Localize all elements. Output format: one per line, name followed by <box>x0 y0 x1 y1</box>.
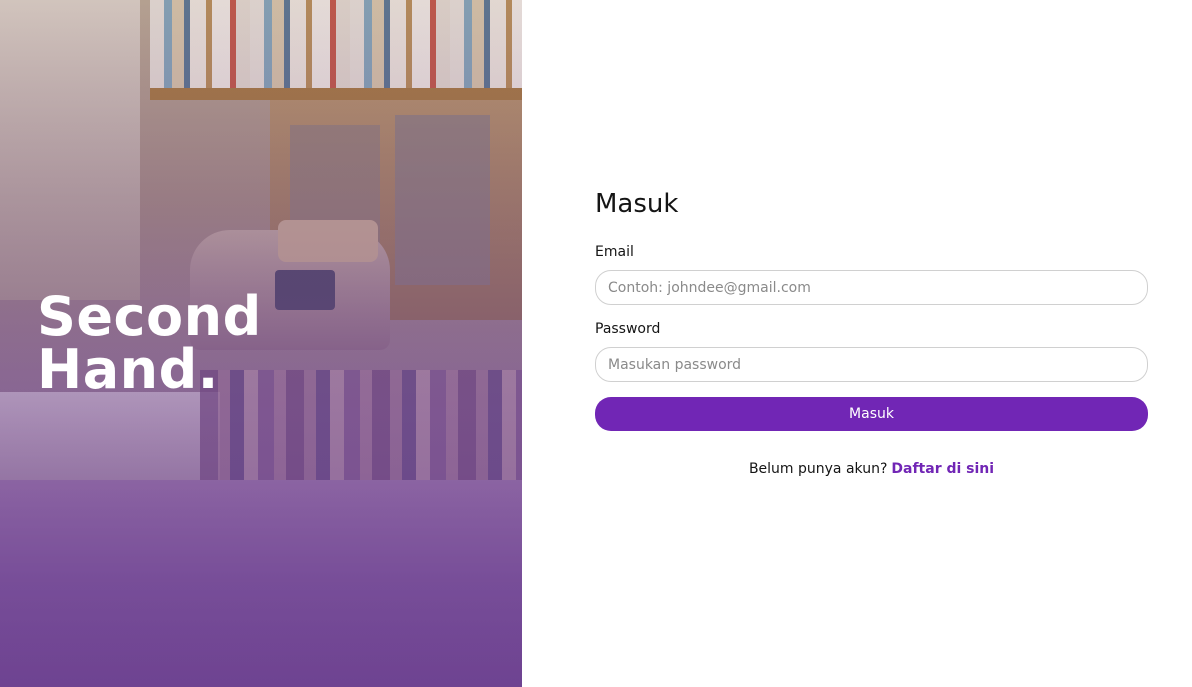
form-panel: Masuk Email Password Masuk Belum punya a… <box>522 0 1192 687</box>
register-link[interactable]: Daftar di sini <box>891 461 994 477</box>
page-title: Masuk <box>595 189 679 219</box>
email-label: Email <box>595 244 634 260</box>
password-label: Password <box>595 321 661 337</box>
brand-logo-text: Second Hand. <box>37 285 262 401</box>
email-input[interactable] <box>595 270 1148 305</box>
password-input[interactable] <box>595 347 1148 382</box>
login-form: Masuk Email Password Masuk Belum punya a… <box>595 186 1148 477</box>
no-account-text: Belum punya akun? <box>748 461 888 477</box>
brand-line-2: Hand. <box>37 338 219 401</box>
register-prompt: Belum punya akun? Daftar di sini <box>595 461 1148 477</box>
hero-image-panel: Second Hand. <box>0 0 522 687</box>
login-submit-button[interactable]: Masuk <box>595 397 1148 431</box>
login-page: Second Hand. Masuk Email Password Masuk … <box>0 0 1192 687</box>
brand-line-1: Second <box>37 285 262 348</box>
